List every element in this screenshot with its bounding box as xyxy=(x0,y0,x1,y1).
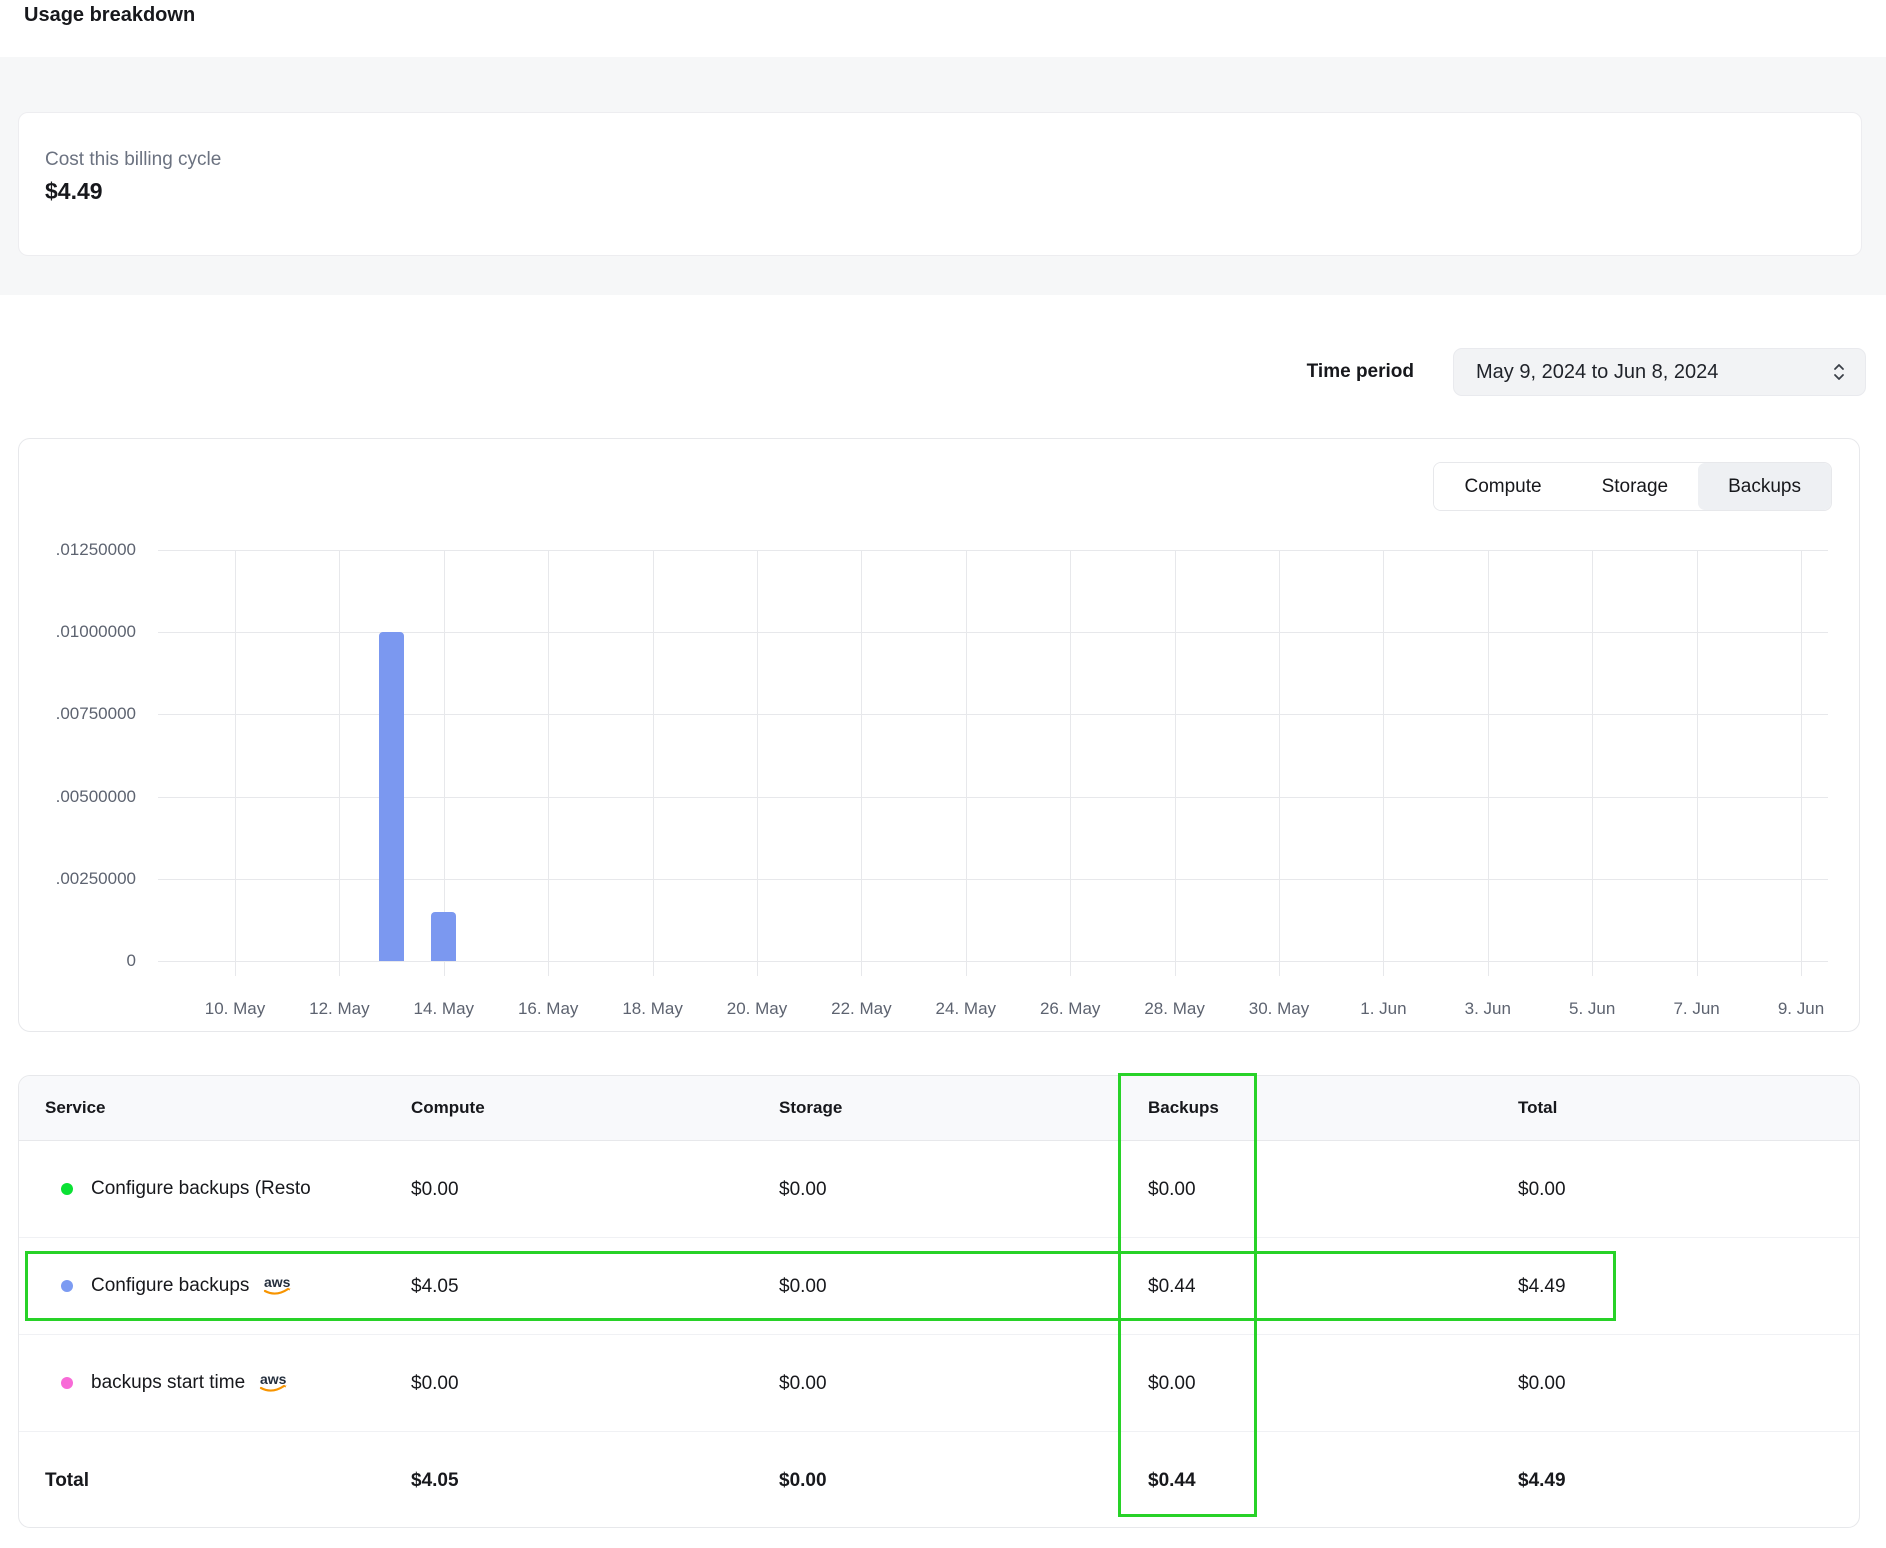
x-tick-label: 30. May xyxy=(1219,999,1339,1019)
x-tick-label: 14. May xyxy=(384,999,504,1019)
column-header-compute: Compute xyxy=(411,1076,485,1140)
gridline xyxy=(158,879,1828,880)
table-header-row: Service Compute Storage Backups Total xyxy=(19,1076,1859,1141)
y-tick-label: .00500000 xyxy=(19,786,136,808)
storage-cell: $0.00 xyxy=(779,1335,827,1432)
time-period-value: May 9, 2024 to Jun 8, 2024 xyxy=(1476,361,1718,384)
page-title: Usage breakdown xyxy=(24,4,195,27)
storage-cell: $0.00 xyxy=(779,1141,827,1238)
x-tick-label: 9. Jun xyxy=(1741,999,1861,1019)
aws-logo-icon: aws xyxy=(257,1371,291,1395)
gridline xyxy=(653,550,654,976)
x-tick-label: 22. May xyxy=(801,999,921,1019)
table-row: Configure backups aws $4.05 $0.00 $0.44 … xyxy=(19,1238,1859,1335)
column-header-storage: Storage xyxy=(779,1076,842,1140)
gridline xyxy=(548,550,549,976)
cost-label: Cost this billing cycle xyxy=(45,149,1861,171)
usage-bar-13-may[interactable] xyxy=(379,632,404,961)
tab-compute[interactable]: Compute xyxy=(1434,463,1571,510)
backups-cell: $0.00 xyxy=(1148,1141,1196,1238)
grand-total-cell: $4.49 xyxy=(1518,1432,1566,1528)
x-tick-label: 12. May xyxy=(279,999,399,1019)
compute-total-cell: $4.05 xyxy=(411,1432,459,1528)
x-tick-label: 28. May xyxy=(1115,999,1235,1019)
time-period-label: Time period xyxy=(1307,361,1414,383)
tab-storage[interactable]: Storage xyxy=(1572,463,1699,510)
service-name: Configure backups (Resto xyxy=(91,1178,311,1200)
gridline xyxy=(1592,550,1593,976)
storage-total-cell: $0.00 xyxy=(779,1432,827,1528)
gridline xyxy=(1383,550,1384,976)
y-tick-label: .00250000 xyxy=(19,868,136,890)
x-tick-label: 10. May xyxy=(175,999,295,1019)
usage-table-card: Service Compute Storage Backups Total Co… xyxy=(18,1075,1860,1528)
backups-total-cell: $0.44 xyxy=(1148,1432,1196,1528)
series-dot xyxy=(61,1183,73,1195)
x-tick-label: 20. May xyxy=(697,999,817,1019)
compute-cell: $0.00 xyxy=(411,1141,459,1238)
storage-cell: $0.00 xyxy=(779,1238,827,1335)
chart-metric-tabs: Compute Storage Backups xyxy=(1433,462,1832,511)
usage-bar-14-may[interactable] xyxy=(431,912,456,961)
y-tick-label: .01250000 xyxy=(19,539,136,561)
svg-text:aws: aws xyxy=(260,1371,287,1387)
column-header-total: Total xyxy=(1518,1076,1557,1140)
usage-chart-card: Compute Storage Backups .01250000 .010000… xyxy=(18,438,1860,1032)
backups-cell: $0.00 xyxy=(1148,1335,1196,1432)
time-period-select[interactable]: May 9, 2024 to Jun 8, 2024 xyxy=(1453,348,1866,396)
tab-backups[interactable]: Backups xyxy=(1698,463,1831,510)
backups-cell: $0.44 xyxy=(1148,1238,1196,1335)
gridline xyxy=(861,550,862,976)
y-tick-label: .00750000 xyxy=(19,703,136,725)
gridline xyxy=(158,550,1828,551)
gridline xyxy=(757,550,758,976)
gridline xyxy=(1801,550,1802,976)
column-header-service: Service xyxy=(45,1076,106,1140)
up-down-chevron-icon xyxy=(1831,362,1847,382)
gridline xyxy=(1175,550,1176,976)
total-cell: $4.49 xyxy=(1518,1238,1566,1335)
x-tick-label: 7. Jun xyxy=(1637,999,1757,1019)
column-header-backups: Backups xyxy=(1148,1076,1219,1140)
svg-text:aws: aws xyxy=(264,1274,291,1290)
gridline xyxy=(1070,550,1071,976)
cost-card: Cost this billing cycle $4.49 xyxy=(18,112,1862,256)
summary-band: Cost this billing cycle $4.49 xyxy=(0,57,1886,295)
gridline xyxy=(158,632,1828,633)
gridline xyxy=(235,550,236,976)
series-dot xyxy=(61,1377,73,1389)
bar-chart-plot-area xyxy=(158,550,1828,961)
total-cell: $0.00 xyxy=(1518,1335,1566,1432)
service-name: backups start time xyxy=(91,1372,245,1394)
table-row: Configure backups (Resto aws $0.00 $0.00… xyxy=(19,1141,1859,1238)
gridline xyxy=(339,550,340,976)
compute-cell: $4.05 xyxy=(411,1238,459,1335)
y-tick-label: .01000000 xyxy=(19,621,136,643)
series-dot xyxy=(61,1280,73,1292)
gridline xyxy=(1488,550,1489,976)
compute-cell: $0.00 xyxy=(411,1335,459,1432)
x-tick-label: 5. Jun xyxy=(1532,999,1652,1019)
total-cell: $0.00 xyxy=(1518,1141,1566,1238)
x-tick-label: 18. May xyxy=(593,999,713,1019)
x-tick-label: 1. Jun xyxy=(1323,999,1443,1019)
time-period-row: Time period May 9, 2024 to Jun 8, 2024 xyxy=(1307,348,1866,396)
x-tick-label: 3. Jun xyxy=(1428,999,1548,1019)
gridline xyxy=(966,550,967,976)
gridline xyxy=(158,714,1828,715)
table-total-row: Total $4.05 $0.00 $0.44 $4.49 xyxy=(19,1432,1859,1528)
y-tick-label: 0 xyxy=(19,950,136,972)
cost-value: $4.49 xyxy=(45,178,1861,205)
service-name: Configure backups xyxy=(91,1275,249,1297)
x-tick-label: 16. May xyxy=(488,999,608,1019)
total-row-label: Total xyxy=(45,1432,89,1528)
x-tick-label: 24. May xyxy=(906,999,1026,1019)
aws-logo-icon: aws xyxy=(261,1274,295,1298)
gridline xyxy=(1697,550,1698,976)
gridline xyxy=(158,961,1828,962)
x-tick-label: 26. May xyxy=(1010,999,1130,1019)
table-row: backups start time aws $0.00 $0.00 $0.00… xyxy=(19,1335,1859,1432)
gridline xyxy=(1279,550,1280,976)
gridline xyxy=(158,797,1828,798)
